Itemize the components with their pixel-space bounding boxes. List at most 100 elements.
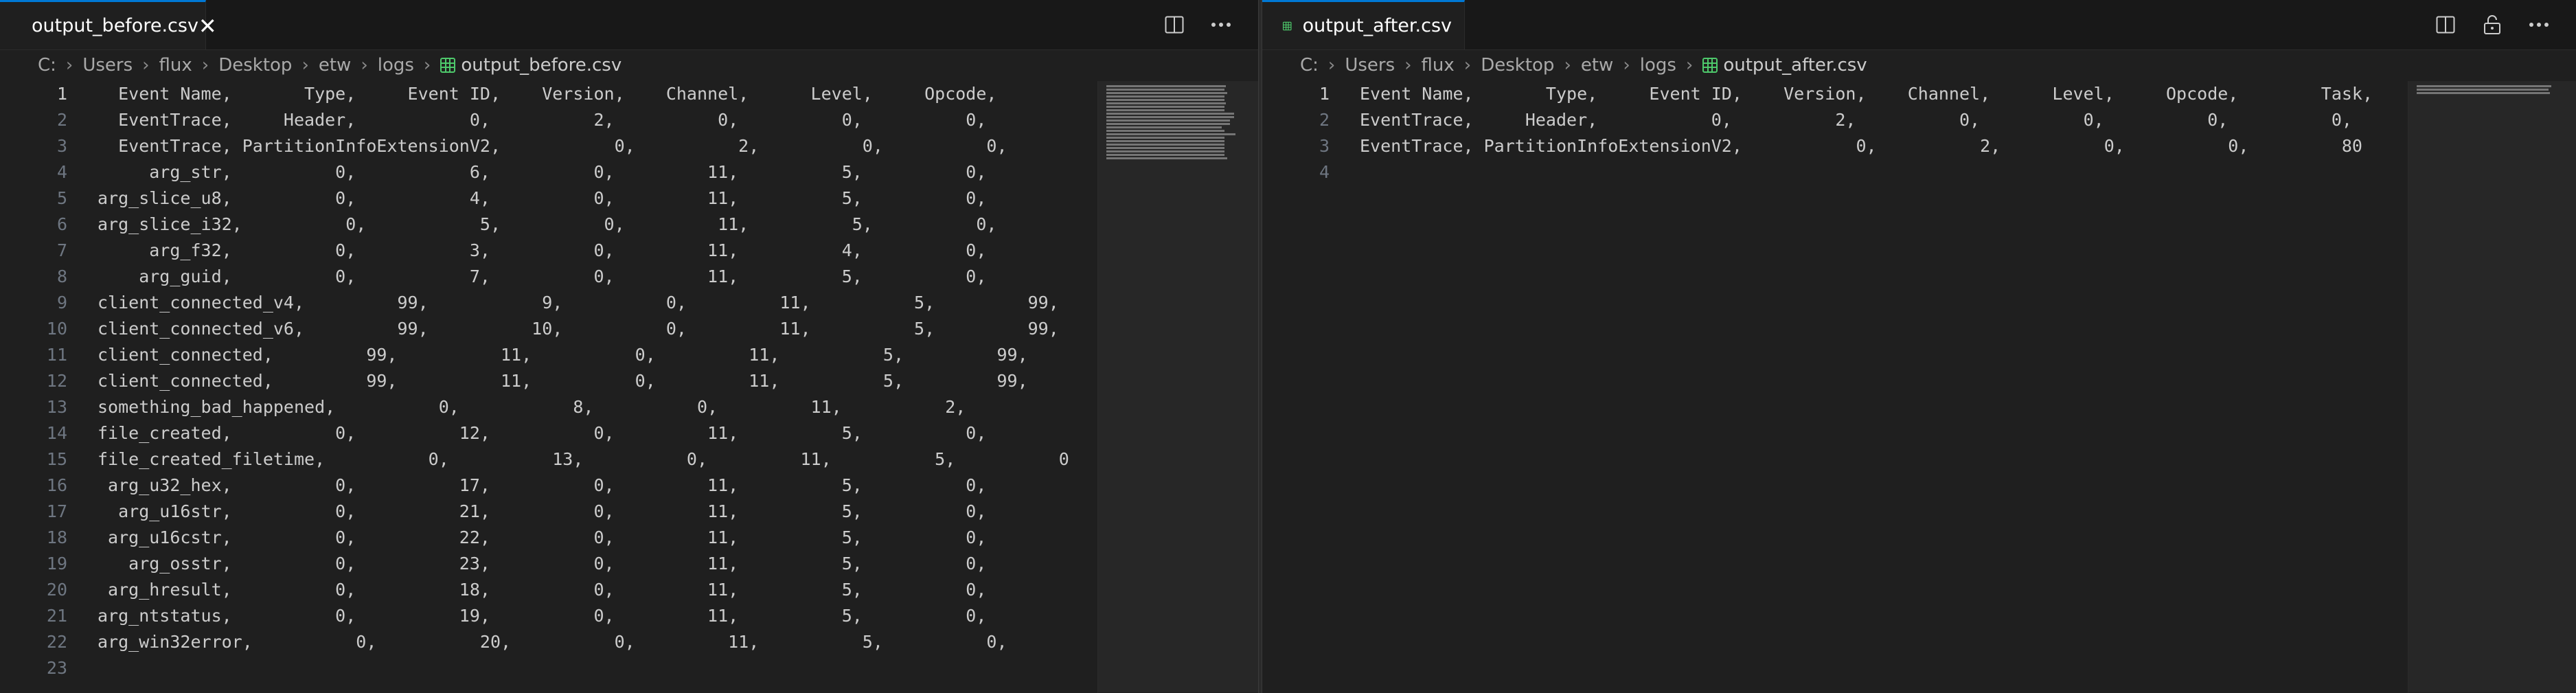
editor-group-right: output_after.csv C: › Users › flux › Des… <box>1262 0 2576 693</box>
breadcrumb-item[interactable]: flux <box>1422 55 1455 76</box>
chevron-right-icon: › <box>423 55 431 76</box>
more-actions-icon[interactable] <box>1206 10 1236 40</box>
chevron-right-icon: › <box>1623 55 1630 76</box>
line-content: Event Name, Type, Event ID, Version, Cha… <box>1360 84 2373 104</box>
code-line[interactable]: 6 arg_slice_i32, 0, 5, 0, 11, 5, 0, <box>0 212 1097 238</box>
code-editor[interactable]: 1 Event Name, Type, Event ID, Version, Ch… <box>1262 81 2408 693</box>
minimap-line <box>1106 157 1227 159</box>
tab-label: output_before.csv <box>32 15 198 36</box>
breadcrumb-item[interactable]: logs <box>1640 55 1676 76</box>
minimap-line <box>1106 109 1224 111</box>
csv-file-icon <box>1702 58 1718 73</box>
breadcrumb-item[interactable]: etw <box>1581 55 1613 76</box>
breadcrumb-item[interactable]: C: <box>38 55 56 76</box>
line-content: client_connected, 99, 11, 0, 11, 5, 99, <box>98 371 1028 391</box>
minimap-line <box>1106 140 1224 142</box>
code-line[interactable]: 2 EventTrace, Header, 0, 2, 0, 0, 0, 0, <box>1262 107 2408 133</box>
code-line[interactable]: 15 file_created_filetime, 0, 13, 0, 11, 5… <box>0 446 1097 473</box>
line-content: arg_osstr, 0, 23, 0, 11, 5, 0, <box>98 554 987 573</box>
close-icon[interactable]: ✕ <box>198 15 217 37</box>
code-line[interactable]: 4 <box>1262 159 2408 185</box>
minimap-slider[interactable] <box>2408 81 2576 692</box>
breadcrumb-item[interactable]: logs <box>378 55 414 76</box>
tab-output-before[interactable]: output_before.csv ✕ <box>0 0 217 49</box>
line-content: file_created, 0, 12, 0, 11, 5, 0, <box>98 423 987 443</box>
csv-file-icon <box>440 58 456 73</box>
breadcrumb-item[interactable]: flux <box>159 55 192 76</box>
minimap-line <box>1106 130 1224 132</box>
code-line[interactable]: 11 client_connected, 99, 11, 0, 11, 5, 99… <box>0 342 1097 368</box>
breadcrumb-file[interactable]: output_before.csv <box>461 55 622 76</box>
minimap-line <box>1106 92 1227 94</box>
breadcrumb: C: › Users › flux › Desktop › etw › logs… <box>1262 49 2576 81</box>
line-number: 21 <box>46 606 67 626</box>
breadcrumb-item[interactable]: C: <box>1300 55 1319 76</box>
code-line[interactable]: 14 file_created, 0, 12, 0, 11, 5, 0, <box>0 420 1097 446</box>
chevron-right-icon: › <box>1327 55 1336 76</box>
line-content: EventTrace, PartitionInfoExtensionV2, 0,… <box>1360 136 2362 156</box>
code-line[interactable]: 1 Event Name, Type, Event ID, Version, C… <box>0 81 1097 107</box>
code-line[interactable]: 23 <box>0 655 1097 681</box>
chevron-right-icon: › <box>201 55 209 76</box>
line-number: 11 <box>46 345 67 365</box>
line-number: 4 <box>1319 162 1330 182</box>
breadcrumb-item[interactable]: Desktop <box>1481 55 1554 76</box>
code-line[interactable]: 21 arg_ntstatus, 0, 19, 0, 11, 5, 0, <box>0 603 1097 629</box>
code-line[interactable]: 3 EventTrace, PartitionInfoExtensionV2, 0… <box>1262 133 2408 159</box>
minimap-line <box>1106 133 1235 135</box>
unlock-icon[interactable] <box>2477 10 2507 40</box>
minimap-line <box>1106 147 1224 149</box>
line-content: arg_u16str, 0, 21, 0, 11, 5, 0, <box>98 501 987 521</box>
breadcrumb-item[interactable]: Users <box>1345 55 1395 76</box>
minimap-line <box>1106 144 1224 146</box>
code-editor[interactable]: 1 Event Name, Type, Event ID, Version, C… <box>0 81 1097 693</box>
code-line[interactable]: 3 EventTrace, PartitionInfoExtensionV2, … <box>0 133 1097 159</box>
minimap-line <box>1106 150 1224 152</box>
line-number: 3 <box>56 136 67 156</box>
chevron-right-icon: › <box>142 55 150 76</box>
line-content: client_connected, 99, 11, 0, 11, 5, 99, <box>98 345 1028 365</box>
line-number: 9 <box>56 293 67 313</box>
split-editor-icon[interactable] <box>1159 10 1189 40</box>
code-line[interactable]: 16 arg_u32_hex, 0, 17, 0, 11, 5, 0, <box>0 473 1097 499</box>
code-line[interactable]: 4 arg_str, 0, 6, 0, 11, 5, 0, <box>0 159 1097 185</box>
breadcrumb-item[interactable]: Users <box>82 55 133 76</box>
minimap[interactable] <box>2408 81 2576 693</box>
code-line[interactable]: 19 arg_osstr, 0, 23, 0, 11, 5, 0, <box>0 551 1097 577</box>
code-line[interactable]: 20 arg_hresult, 0, 18, 0, 11, 5, 0, <box>0 577 1097 603</box>
breadcrumb-item[interactable]: etw <box>319 55 351 76</box>
code-line[interactable]: 12 client_connected, 99, 11, 0, 11, 5, 99… <box>0 368 1097 394</box>
code-line[interactable]: 18 arg_u16cstr, 0, 22, 0, 11, 5, 0, <box>0 525 1097 551</box>
split-editor-icon[interactable] <box>2430 10 2461 40</box>
chevron-right-icon: › <box>1564 55 1571 76</box>
breadcrumb-item[interactable]: Desktop <box>218 55 292 76</box>
code-line[interactable]: 9 client_connected_v4, 99, 9, 0, 11, 5, 9… <box>0 290 1097 316</box>
more-actions-icon[interactable] <box>2524 10 2554 40</box>
minimap-line <box>2417 92 2550 94</box>
code-line[interactable]: 22 arg_win32error, 0, 20, 0, 11, 5, 0, <box>0 629 1097 655</box>
minimap-line <box>1106 85 1226 87</box>
line-content: client_connected_v4, 99, 9, 0, 11, 5, 99… <box>98 293 1059 313</box>
code-line[interactable]: 2 EventTrace, Header, 0, 2, 0, 0, 0, <box>0 107 1097 133</box>
minimap-line <box>1106 113 1234 115</box>
line-content: arg_win32error, 0, 20, 0, 11, 5, 0, <box>98 632 1007 652</box>
line-content: Event Name, Type, Event ID, Version, Cha… <box>98 84 997 104</box>
code-line[interactable]: 5 arg_slice_u8, 0, 4, 0, 11, 5, 0, <box>0 185 1097 212</box>
code-line[interactable]: 13 something_bad_happened, 0, 8, 0, 11, 2… <box>0 394 1097 420</box>
code-line[interactable]: 8 arg_guid, 0, 7, 0, 11, 5, 0, <box>0 264 1097 290</box>
minimap[interactable] <box>1097 81 1258 693</box>
code-line[interactable]: 7 arg_f32, 0, 3, 0, 11, 4, 0, <box>0 238 1097 264</box>
code-line[interactable]: 17 arg_u16str, 0, 21, 0, 11, 5, 0, <box>0 499 1097 525</box>
breadcrumb-file[interactable]: output_after.csv <box>1723 55 1867 76</box>
code-line[interactable]: 1 Event Name, Type, Event ID, Version, Ch… <box>1262 81 2408 107</box>
minimap-line <box>1106 123 1230 125</box>
editor-group-left: output_before.csv ✕ C: › Users › flux › … <box>0 0 1258 693</box>
tab-label: output_after.csv <box>1302 15 1452 36</box>
code-line[interactable]: 10 client_connected_v6, 99, 10, 0, 11, 5,… <box>0 316 1097 342</box>
minimap-slider[interactable] <box>1098 81 1258 692</box>
minimap-line <box>1106 126 1222 128</box>
tab-output-after[interactable]: output_after.csv <box>1262 0 1465 49</box>
line-number: 20 <box>46 580 67 600</box>
line-number: 2 <box>1319 110 1330 130</box>
chevron-right-icon: › <box>361 55 368 76</box>
